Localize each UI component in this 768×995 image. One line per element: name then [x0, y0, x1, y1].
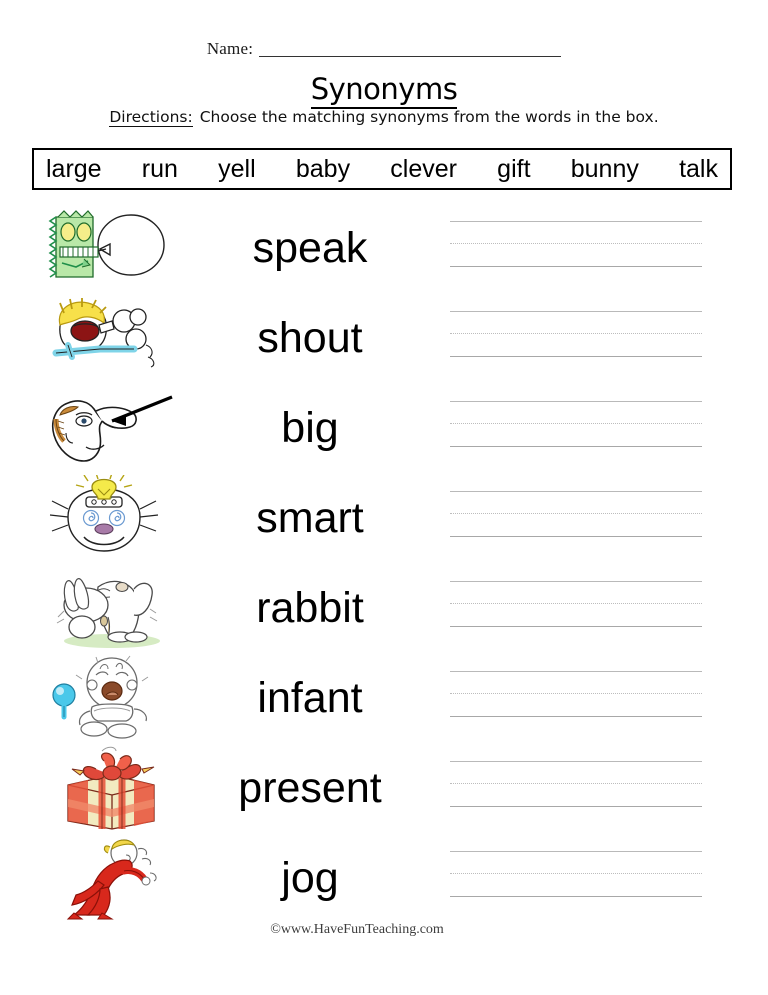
crying-baby-with-rattle-icon [38, 655, 188, 741]
word-bank-item[interactable]: yell [218, 155, 256, 183]
line-middle-dashed [450, 603, 702, 604]
line-top [450, 491, 702, 492]
line-middle-dashed [450, 783, 702, 784]
line-bottom [450, 536, 702, 537]
word-bank-item[interactable]: clever [390, 155, 457, 183]
line-middle-dashed [450, 333, 702, 334]
word-bank-box: large run yell baby clever gift bunny ta… [32, 148, 732, 190]
handwriting-lines[interactable] [450, 401, 702, 449]
monster-with-speech-bubble-icon [38, 205, 188, 291]
exercise-row: present [0, 743, 768, 833]
handwriting-lines[interactable] [450, 851, 702, 899]
exercise-word: infant [257, 674, 363, 722]
exercise-row: shout [0, 293, 768, 383]
line-top [450, 401, 702, 402]
handwriting-lines[interactable] [450, 491, 702, 539]
word-bank-item[interactable]: large [46, 155, 102, 183]
line-middle-dashed [450, 693, 702, 694]
boy-yelling-into-megaphone-icon [38, 295, 188, 381]
handwriting-lines[interactable] [450, 311, 702, 359]
worksheet-page: Name: Synonyms Directions: Choose the mat… [0, 0, 768, 995]
exercise-row: speak [0, 203, 768, 293]
exercise-word: speak [252, 224, 368, 272]
line-bottom [450, 356, 702, 357]
line-top [450, 581, 702, 582]
page-title-text: Synonyms [310, 72, 458, 109]
exercise-row: infant [0, 653, 768, 743]
face-with-lightbulb-icon [38, 475, 188, 561]
directions-label: Directions: [109, 108, 193, 127]
exercise-word: shout [257, 314, 363, 362]
name-field-row: Name: [0, 40, 768, 57]
word-bank-item[interactable]: talk [679, 155, 718, 183]
word-bank-item[interactable]: baby [296, 155, 350, 183]
line-bottom [450, 716, 702, 717]
directions: Directions: Choose the matching synonyms … [0, 107, 768, 127]
name-input-blank[interactable] [259, 42, 562, 57]
footer-copyright: ©www.HaveFunTeaching.com [270, 922, 444, 937]
line-top [450, 311, 702, 312]
line-middle-dashed [450, 873, 702, 874]
handwriting-lines[interactable] [450, 671, 702, 719]
handwriting-lines[interactable] [450, 581, 702, 629]
word-bank-item[interactable]: run [142, 155, 178, 183]
line-top [450, 851, 702, 852]
line-bottom [450, 626, 702, 627]
exercise-word: present [238, 764, 382, 812]
line-middle-dashed [450, 423, 702, 424]
page-title: Synonyms [0, 72, 768, 109]
exercise-row: big [0, 383, 768, 473]
line-middle-dashed [450, 513, 702, 514]
line-bottom [450, 896, 702, 897]
exercise-word: jog [281, 854, 339, 902]
word-bank-item[interactable]: bunny [571, 155, 639, 183]
red-gift-box-with-bow-icon [38, 745, 188, 831]
exercise-rows: speak shout big smart rabbit infant pres… [0, 203, 768, 923]
exercise-row: jog [0, 833, 768, 923]
face-with-big-nose-and-arrow-icon [38, 385, 188, 471]
line-bottom [450, 806, 702, 807]
line-bottom [450, 266, 702, 267]
exercise-word: rabbit [256, 584, 364, 632]
white-bunny-on-grass-icon [38, 565, 188, 651]
exercise-word: smart [256, 494, 364, 542]
exercise-row: smart [0, 473, 768, 563]
line-middle-dashed [450, 243, 702, 244]
directions-text: Choose the matching synonyms from the wo… [199, 108, 659, 126]
line-bottom [450, 446, 702, 447]
line-top [450, 221, 702, 222]
name-label: Name: [206, 39, 254, 58]
line-top [450, 671, 702, 672]
exercise-word: big [281, 404, 339, 452]
exercise-row: rabbit [0, 563, 768, 653]
running-person-in-red-icon [38, 835, 188, 921]
handwriting-lines[interactable] [450, 761, 702, 809]
word-bank-item[interactable]: gift [497, 155, 530, 183]
handwriting-lines[interactable] [450, 221, 702, 269]
line-top [450, 761, 702, 762]
